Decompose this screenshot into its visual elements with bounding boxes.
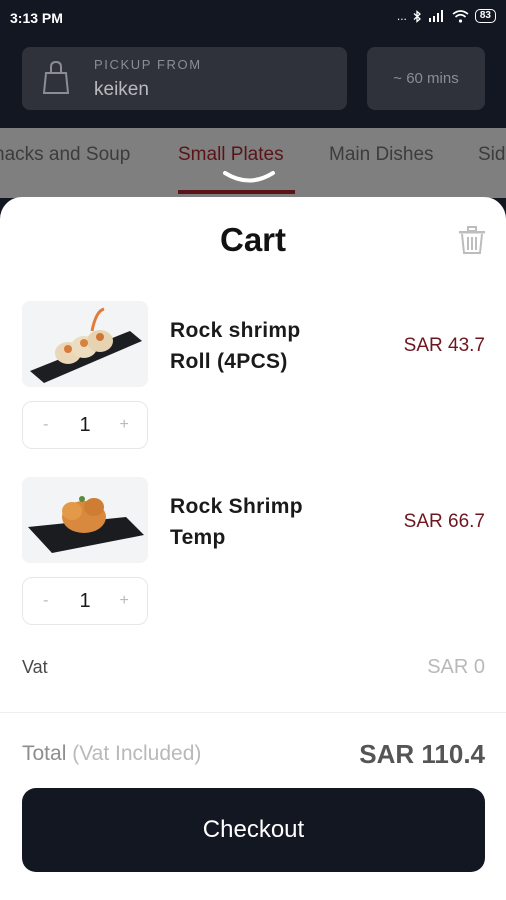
- eta-badge[interactable]: ~ 60 mins: [367, 47, 485, 110]
- wifi-icon: [452, 9, 469, 23]
- checkout-button[interactable]: Checkout: [22, 788, 485, 872]
- status-time: 3:13 PM: [10, 10, 63, 26]
- status-icons: ... 83: [397, 9, 496, 23]
- tab-sides[interactable]: Sid: [478, 144, 505, 166]
- quantity-value: 1: [79, 589, 91, 612]
- vat-value: SAR 0: [427, 656, 485, 678]
- checkout-label: Checkout: [202, 816, 305, 843]
- increase-quantity-button[interactable]: +: [112, 592, 136, 610]
- trash-icon[interactable]: [458, 225, 486, 255]
- item-name: Rock shrimp Roll (4PCS): [170, 315, 370, 377]
- status-bar: 3:13 PM ... 83: [0, 0, 506, 36]
- total-label: Total: [22, 742, 67, 765]
- item-name-line: Roll (4PCS): [170, 350, 288, 373]
- tab-small-plates[interactable]: Small Plates: [178, 144, 284, 166]
- vat-label: Vat: [22, 657, 48, 677]
- total-label-group: Total (Vat Included): [22, 742, 201, 766]
- cart-sheet: Cart Rock shrimp Roll (4PCS) SAR 43.7 - …: [0, 197, 506, 900]
- decrease-quantity-button[interactable]: -: [34, 592, 58, 610]
- quantity-stepper: - 1 +: [22, 401, 148, 449]
- item-name-line: Rock shrimp: [170, 319, 301, 342]
- item-price: SAR 66.7: [403, 511, 485, 532]
- category-tabs: nacks and Soup Small Plates Main Dishes …: [0, 128, 506, 198]
- cart-title: Cart: [219, 221, 287, 258]
- total-vat-note: (Vat Included): [72, 742, 202, 765]
- pickup-caption: PICKUP FROM: [94, 57, 202, 72]
- food-photo: [22, 477, 148, 563]
- bluetooth-icon: [413, 9, 421, 23]
- battery-icon: 83: [474, 9, 496, 23]
- active-tab-indicator: [178, 190, 295, 194]
- divider: [0, 712, 506, 713]
- eta-text: ~ 60 mins: [393, 70, 459, 87]
- decrease-quantity-button[interactable]: -: [34, 416, 58, 434]
- quantity-value: 1: [79, 413, 91, 436]
- pickup-branch-name: keiken: [94, 79, 149, 100]
- pickup-location-selector[interactable]: PICKUP FROM keiken: [22, 47, 347, 110]
- quantity-stepper: - 1 +: [22, 577, 148, 625]
- more-dots-icon: ...: [396, 9, 407, 23]
- shopping-bag-icon: [42, 61, 70, 94]
- tab-main-dishes[interactable]: Main Dishes: [329, 144, 434, 166]
- item-image-rock-shrimp-temp: [22, 477, 148, 563]
- chevron-down-icon[interactable]: [222, 170, 276, 186]
- item-name-line: Temp: [170, 526, 226, 549]
- total-value: SAR 110.4: [359, 739, 485, 769]
- item-name-line: Rock Shrimp: [170, 495, 303, 518]
- tab-snacks-and-soup[interactable]: nacks and Soup: [0, 144, 130, 166]
- item-price: SAR 43.7: [403, 335, 485, 356]
- food-photo: [22, 301, 148, 387]
- item-image-rock-shrimp-roll: [22, 301, 148, 387]
- item-name: Rock Shrimp Temp: [170, 491, 370, 553]
- increase-quantity-button[interactable]: +: [112, 416, 136, 434]
- signal-icon: [428, 10, 443, 22]
